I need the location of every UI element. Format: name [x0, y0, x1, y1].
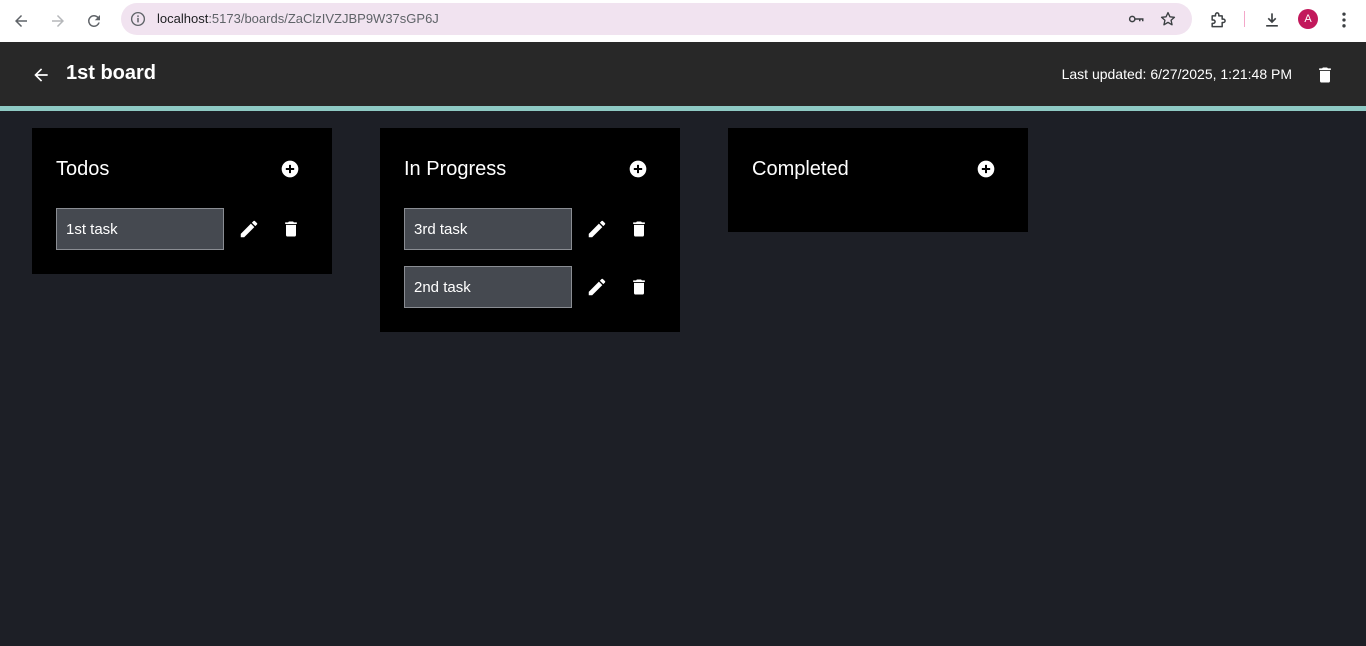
- app-header: 1st board Last updated: 6/27/2025, 1:21:…: [0, 42, 1366, 106]
- column-title: Completed: [752, 157, 849, 180]
- browser-toolbar: localhost:5173/boards/ZaClzIVZJBP9W37sGP…: [0, 0, 1366, 42]
- reload-icon: [87, 14, 100, 27]
- delete-board-button[interactable]: [1313, 62, 1337, 88]
- download-icon: [1266, 13, 1278, 27]
- column-todos: Todos 1st task: [32, 128, 332, 274]
- forward-icon: [52, 15, 64, 27]
- back-button[interactable]: [28, 62, 54, 88]
- task-text[interactable]: 1st task: [56, 208, 224, 250]
- trash-icon: [1319, 67, 1331, 83]
- column-title: Todos: [56, 157, 110, 180]
- edit-task-button[interactable]: [584, 216, 610, 242]
- trash-icon: [633, 221, 645, 237]
- delete-task-button[interactable]: [626, 274, 652, 300]
- add-task-button[interactable]: [626, 157, 650, 181]
- arrow-back-icon: [34, 68, 48, 82]
- column-in-progress: In Progress 3rd task 2nd task: [380, 128, 680, 332]
- extensions-button[interactable]: [1206, 8, 1230, 32]
- add-circle-icon: [629, 160, 647, 178]
- downloads-button[interactable]: [1260, 8, 1284, 32]
- browser-back-button[interactable]: [8, 8, 34, 34]
- url-path: :5173/boards/ZaClzIVZJBP9W37sGP6J: [208, 11, 439, 26]
- add-task-button[interactable]: [278, 157, 302, 181]
- last-updated-text: Last updated: 6/27/2025, 1:21:48 PM: [1061, 66, 1292, 82]
- browser-menu-button[interactable]: [1332, 8, 1356, 32]
- back-icon: [15, 15, 27, 27]
- address-bar[interactable]: localhost:5173/boards/ZaClzIVZJBP9W37sGP…: [121, 3, 1192, 35]
- profile-avatar[interactable]: A: [1298, 9, 1318, 29]
- url-host: localhost: [157, 11, 209, 26]
- trash-icon: [285, 221, 297, 237]
- site-info-icon[interactable]: [129, 10, 147, 28]
- toolbar-divider: [1244, 11, 1245, 27]
- browser-reload-button[interactable]: [81, 8, 107, 34]
- pencil-icon: [240, 220, 258, 238]
- password-key-button[interactable]: [1126, 9, 1146, 29]
- pencil-icon: [588, 278, 606, 296]
- bookmark-button[interactable]: [1158, 9, 1178, 29]
- extensions-icon: [1211, 12, 1226, 28]
- bookmark-star-icon: [1160, 11, 1176, 26]
- delete-task-button[interactable]: [626, 216, 652, 242]
- delete-task-button[interactable]: [278, 216, 304, 242]
- menu-icon: [1342, 12, 1346, 28]
- edit-task-button[interactable]: [584, 274, 610, 300]
- board-title: 1st board: [66, 62, 157, 84]
- task-text[interactable]: 2nd task: [404, 266, 572, 308]
- trash-icon: [633, 279, 645, 295]
- edit-task-button[interactable]: [236, 216, 262, 242]
- url-text: localhost:5173/boards/ZaClzIVZJBP9W37sGP…: [157, 11, 439, 26]
- task-item: 3rd task: [404, 208, 656, 250]
- pencil-icon: [588, 220, 606, 238]
- password-key-icon: [1128, 15, 1144, 23]
- column-title: In Progress: [404, 157, 507, 180]
- add-task-button[interactable]: [974, 157, 998, 181]
- header-accent-line: [0, 106, 1366, 111]
- add-circle-icon: [977, 160, 995, 178]
- column-completed: Completed: [728, 128, 1028, 232]
- task-item: 2nd task: [404, 266, 656, 308]
- task-item: 1st task: [56, 208, 308, 250]
- add-circle-icon: [281, 160, 299, 178]
- browser-forward-button[interactable]: [45, 8, 71, 34]
- task-text[interactable]: 3rd task: [404, 208, 572, 250]
